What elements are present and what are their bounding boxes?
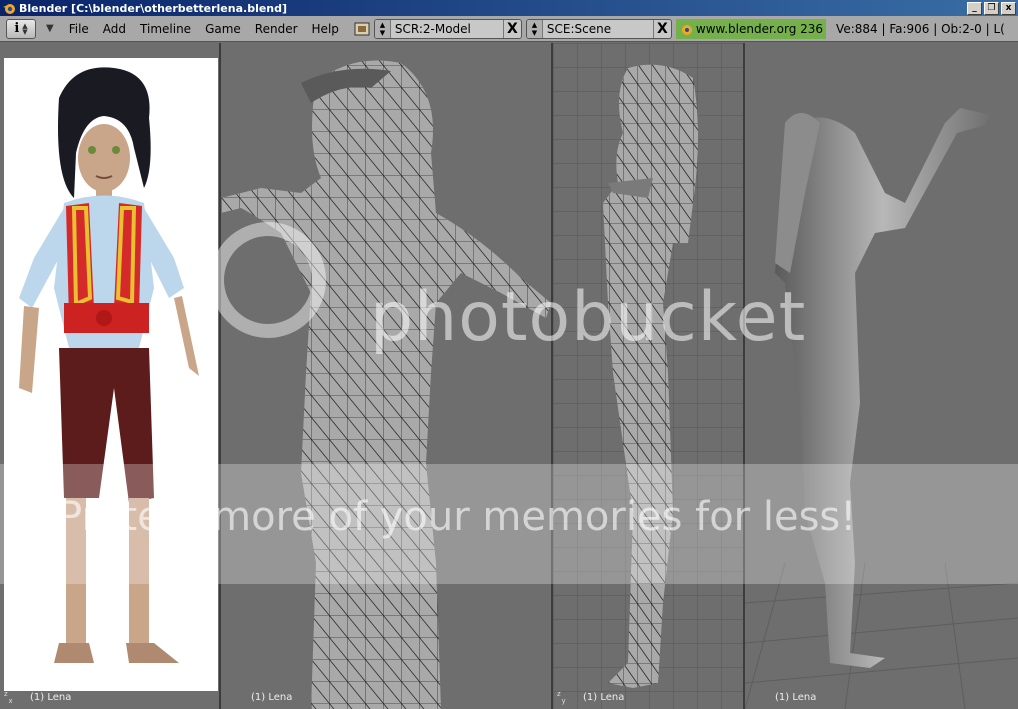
collapse-menu-icon[interactable]: ▼ — [46, 23, 54, 34]
screen-selector[interactable]: ▲ ▼ SCR:2-Model X — [373, 18, 522, 39]
window-titlebar: Blender [C:\blender\otherbetterlena.blen… — [0, 0, 1018, 16]
updown-arrows-icon: ▲ ▼ — [22, 21, 28, 36]
screen-delete-button[interactable]: X — [502, 19, 521, 38]
menu-add[interactable]: Add — [96, 22, 133, 36]
restore-button[interactable]: ❐ — [984, 1, 999, 15]
blender-small-logo-icon — [681, 24, 692, 35]
viewport-object-label: (1) Lena — [583, 692, 625, 703]
scene-delete-button[interactable]: X — [652, 19, 671, 38]
window-type-selector[interactable]: i ▲ ▼ — [6, 18, 36, 39]
viewport-object-label: (1) Lena — [251, 692, 293, 703]
screen-browse-icon[interactable] — [354, 21, 370, 37]
viewport-3d-perspective[interactable]: (1) Lena — [221, 43, 551, 709]
viewport-object-label: (1) Lena — [30, 692, 72, 703]
menu-render[interactable]: Render — [248, 22, 305, 36]
screen-updown-icon[interactable]: ▲ ▼ — [374, 19, 391, 38]
viewport-3d-side[interactable]: z y (1) Lena — [553, 43, 743, 709]
viewport-object-label: (1) Lena — [775, 692, 817, 703]
scene-name[interactable]: SCE:Scene — [543, 22, 653, 36]
screen-name[interactable]: SCR:2-Model — [391, 22, 503, 36]
blender-logo-icon — [3, 4, 15, 14]
watermark-band — [0, 464, 1018, 584]
close-button[interactable]: x — [1001, 1, 1016, 15]
scene-selector[interactable]: ▲ ▼ SCE:Scene X — [525, 18, 672, 39]
axis-gizmo: z y — [557, 690, 566, 705]
viewport-3d-shaded[interactable]: (1) Lena — [745, 43, 1018, 709]
reference-character-image — [4, 58, 218, 691]
axis-gizmo: z x — [4, 690, 13, 705]
minimize-button[interactable]: _ — [967, 1, 982, 15]
menu-help[interactable]: Help — [305, 22, 346, 36]
url-text[interactable]: www.blender.org 236 — [696, 22, 823, 36]
viewport-reference-image[interactable]: z x (1) Lena — [0, 43, 219, 709]
watermark-logo-ring — [210, 222, 326, 338]
scene-updown-icon[interactable]: ▲ ▼ — [526, 19, 543, 38]
menu-file[interactable]: File — [62, 22, 96, 36]
menu-game[interactable]: Game — [198, 22, 248, 36]
main-header: i ▲ ▼ ▼ File Add Timeline Game Render Hel… — [0, 16, 1018, 42]
scene-stats: Ve:884 | Fa:906 | Ob:2-0 | L( — [836, 21, 1005, 36]
blender-url-link[interactable]: www.blender.org 236 — [675, 18, 827, 39]
menu-timeline[interactable]: Timeline — [133, 22, 198, 36]
window-title: Blender [C:\blender\otherbetterlena.blen… — [19, 1, 288, 15]
info-icon: i — [14, 21, 20, 36]
